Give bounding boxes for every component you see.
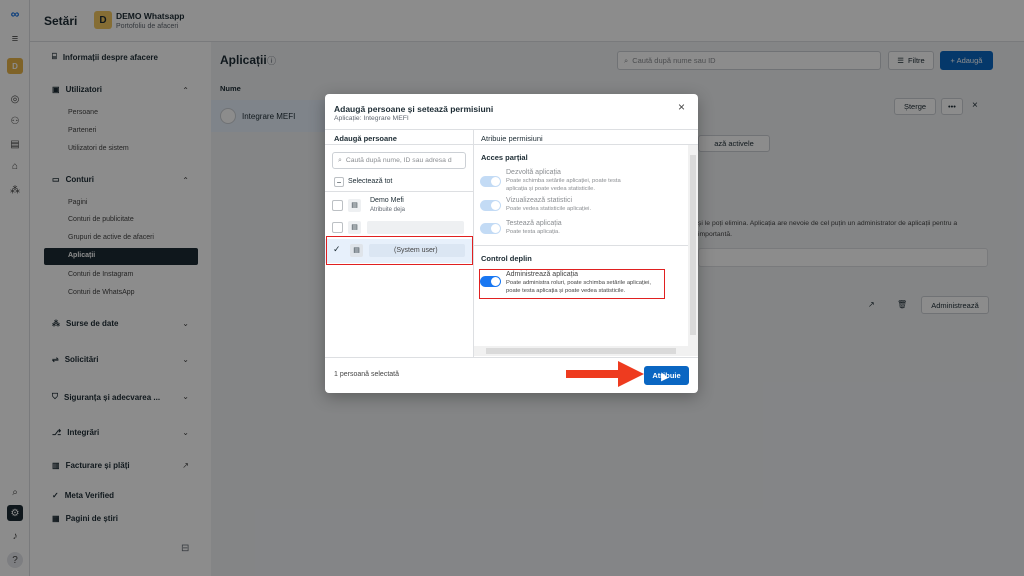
- perm-test-title: Testează aplicația: [506, 220, 562, 227]
- people-search-input[interactable]: ⌕ Caută după nume, ID sau adresa d: [332, 152, 466, 169]
- vertical-scrollbar[interactable]: [688, 145, 698, 346]
- person-name-redacted: [367, 221, 464, 234]
- add-people-modal: Adaugă persoane și setează permisiuni Ap…: [325, 94, 698, 393]
- perm-test-desc: Poate testa aplicația.: [506, 229, 560, 235]
- perm-develop-desc: Poate schimba setările aplicației, poate…: [506, 178, 621, 192]
- footer-divider: [325, 357, 698, 358]
- toggle-stats[interactable]: [480, 200, 501, 211]
- person-avatar-icon: ▤: [348, 199, 361, 212]
- partial-access-header: Acces parțial: [481, 153, 528, 162]
- person-row[interactable]: ▤ Demo Mefi Atribuite deja: [325, 194, 473, 218]
- search-icon: ⌕: [338, 156, 342, 164]
- scroll-thumb[interactable]: [690, 155, 696, 335]
- select-all-divider: [325, 191, 473, 192]
- section-divider: [474, 245, 688, 246]
- red-arrow-icon: [566, 361, 644, 387]
- person-avatar-icon: ▤: [348, 221, 361, 234]
- person-sub: Atribuite deja: [370, 207, 406, 213]
- select-all-label[interactable]: Selectează tot: [348, 178, 392, 185]
- toggle-test[interactable]: [480, 223, 501, 234]
- modal-subtitle: Aplicație: Integrare MEFI: [334, 115, 409, 122]
- right-panel-header: Atribuie permisiuni: [481, 134, 543, 143]
- horizontal-scrollbar[interactable]: [474, 346, 698, 356]
- modal-title: Adaugă persoane și setează permisiuni: [334, 104, 494, 114]
- close-icon[interactable]: ×: [678, 100, 685, 114]
- left-divider: [325, 144, 473, 145]
- select-all-checkbox[interactable]: −: [334, 177, 344, 187]
- scroll-thumb-h[interactable]: [486, 348, 676, 354]
- full-control-header: Control deplin: [481, 254, 532, 263]
- person-checkbox[interactable]: [332, 200, 343, 211]
- perm-stats-desc: Poate vedea statisticile aplicației.: [506, 206, 592, 212]
- toggle-develop[interactable]: [480, 176, 501, 187]
- selected-count: 1 persoană selectată: [334, 371, 399, 378]
- perm-develop-title: Dezvoltă aplicația: [506, 169, 561, 176]
- highlight-person-box: [326, 236, 473, 265]
- header-divider: [325, 129, 698, 130]
- perm-stats-title: Vizualizează statistici: [506, 197, 573, 204]
- left-panel-header: Adaugă persoane: [334, 134, 397, 143]
- person-name: Demo Mefi: [370, 197, 404, 204]
- permissions-scroll[interactable]: Acces parțial Dezvoltă aplicația Poate s…: [474, 145, 688, 346]
- highlight-manage-box: [479, 269, 665, 299]
- person-checkbox[interactable]: [332, 222, 343, 233]
